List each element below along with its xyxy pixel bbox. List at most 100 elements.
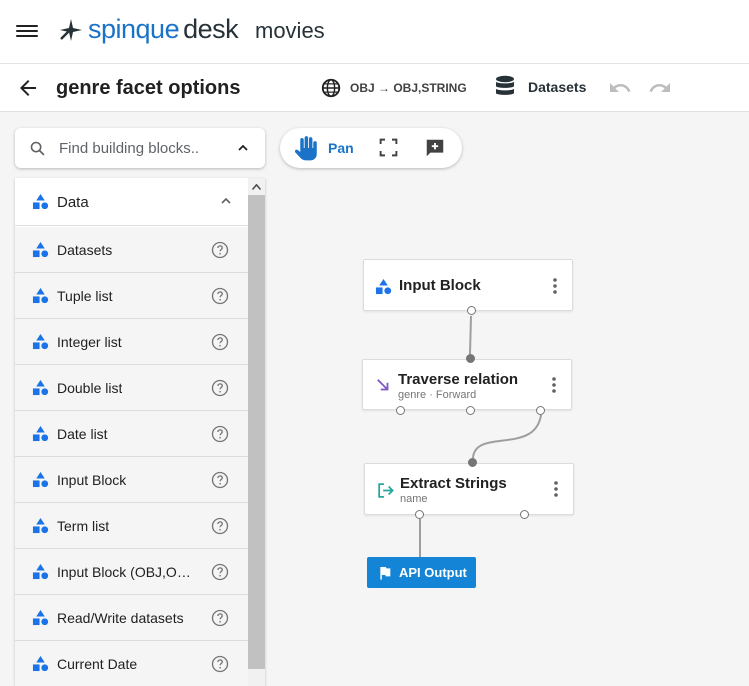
shapes-icon	[32, 287, 49, 304]
datasets-button[interactable]: Datasets	[494, 75, 586, 99]
node-input-block[interactable]: Input Block	[363, 259, 573, 311]
shapes-icon	[375, 278, 392, 295]
search-input[interactable]	[59, 138, 219, 158]
globe-icon	[321, 78, 341, 98]
output-port[interactable]	[396, 406, 405, 415]
block-item-label: Integer list	[57, 334, 122, 350]
block-list: Datasets Tuple list Integer list Double …	[15, 227, 248, 686]
search-icon	[30, 141, 45, 156]
strategy-toolbar: genre facet options OBJ → OBJ,STRING Dat…	[0, 64, 749, 112]
shapes-icon	[32, 241, 49, 258]
menu-button[interactable]	[16, 22, 38, 42]
help-circle-icon[interactable]	[211, 379, 229, 397]
caret-up-icon	[252, 183, 261, 190]
output-port[interactable]	[415, 510, 424, 519]
more-vert-icon[interactable]	[551, 376, 557, 394]
api-output-label: API Output	[399, 565, 467, 580]
redo-icon[interactable]	[648, 78, 672, 98]
block-item-input-block-obj-obj[interactable]: Input Block (OBJ,OBJ)	[15, 549, 248, 595]
output-port[interactable]	[467, 306, 476, 315]
input-port[interactable]	[468, 458, 477, 467]
spinque-logo-icon	[60, 18, 82, 41]
workspace-name: movies	[255, 18, 325, 43]
node-extract-strings[interactable]: Extract Strings name	[364, 463, 574, 515]
shapes-icon	[32, 563, 49, 580]
output-port[interactable]	[520, 510, 529, 519]
block-item-label: Term list	[57, 518, 110, 534]
node-traverse-relation[interactable]: Traverse relation genre · Forward	[362, 359, 572, 410]
block-item-label: Tuple list	[57, 288, 113, 304]
shapes-icon	[32, 425, 49, 442]
canvas-toolbar: Pan	[280, 128, 462, 168]
block-item-input-block[interactable]: Input Block	[15, 457, 248, 503]
block-item-label: Input Block	[57, 472, 127, 488]
app-bar: spinque desk movies	[0, 0, 749, 64]
help-circle-icon[interactable]	[211, 563, 229, 581]
logo-brand-suffix: desk	[183, 14, 239, 44]
undo-icon[interactable]	[608, 78, 632, 98]
flag-icon	[380, 566, 391, 580]
block-item-tuple-list[interactable]: Tuple list	[15, 273, 248, 319]
category-label: Data	[57, 194, 89, 211]
scrollbar-thumb[interactable]	[248, 195, 265, 669]
block-item-date-list[interactable]: Date list	[15, 411, 248, 457]
type-signature[interactable]: OBJ → OBJ,STRING	[320, 77, 467, 99]
output-port[interactable]	[536, 406, 545, 415]
back-arrow-icon[interactable]	[16, 76, 40, 100]
more-vert-icon[interactable]	[553, 480, 559, 498]
datasets-label: Datasets	[528, 79, 587, 95]
block-item-label: Datasets	[57, 242, 113, 258]
node-title: Traverse relation	[398, 371, 519, 388]
panel-scrollbar[interactable]	[248, 178, 265, 686]
add-comment-icon[interactable]	[424, 137, 446, 159]
help-circle-icon[interactable]	[211, 517, 229, 535]
help-circle-icon[interactable]	[211, 655, 229, 673]
output-port[interactable]	[466, 406, 475, 415]
block-item-label: Current Date	[57, 656, 138, 672]
database-icon	[496, 75, 514, 95]
shapes-icon	[32, 333, 49, 350]
shapes-icon	[32, 471, 49, 488]
app-logo[interactable]: spinque desk	[58, 14, 239, 45]
block-item-integer-list[interactable]: Integer list	[15, 319, 248, 365]
menu-icon-line	[16, 25, 38, 27]
category-header-data[interactable]: Data	[15, 178, 248, 226]
input-port[interactable]	[466, 354, 475, 363]
block-item-label: Double list	[57, 380, 123, 396]
help-circle-icon[interactable]	[211, 333, 229, 351]
block-item-datasets[interactable]: Datasets	[15, 227, 248, 273]
block-item-term-list[interactable]: Term list	[15, 503, 248, 549]
shapes-icon	[32, 379, 49, 396]
chevron-up-icon[interactable]	[235, 140, 251, 156]
node-subtitle: genre · Forward	[398, 389, 477, 401]
page-title: genre facet options	[56, 77, 241, 99]
arrow-down-right-icon	[377, 379, 389, 391]
block-item-label: Input Block (OBJ,OBJ)	[57, 564, 197, 580]
block-item-double-list[interactable]: Double list	[15, 365, 248, 411]
chevron-up-icon	[221, 197, 231, 204]
help-circle-icon[interactable]	[211, 425, 229, 443]
help-circle-icon[interactable]	[211, 287, 229, 305]
fullscreen-icon[interactable]	[378, 137, 399, 158]
help-circle-icon[interactable]	[211, 241, 229, 259]
shapes-icon	[32, 655, 49, 672]
menu-icon-line	[16, 35, 38, 37]
node-title: Extract Strings	[400, 475, 507, 492]
logo-brand-prefix: spinque	[88, 14, 180, 44]
help-circle-icon[interactable]	[211, 609, 229, 627]
node-title: Input Block	[399, 277, 481, 294]
help-circle-icon[interactable]	[211, 471, 229, 489]
block-item-read-write-datasets[interactable]: Read/Write datasets	[15, 595, 248, 641]
pan-button[interactable]: Pan	[294, 135, 354, 161]
more-vert-icon[interactable]	[552, 277, 558, 295]
scroll-up-arrow[interactable]	[248, 178, 265, 195]
logo-text: spinque desk	[88, 14, 239, 45]
shapes-icon	[32, 193, 49, 210]
block-item-label: Read/Write datasets	[57, 610, 184, 626]
block-item-current-date[interactable]: Current Date	[15, 641, 248, 686]
menu-icon-line	[16, 30, 38, 32]
api-output-node[interactable]: API Output	[367, 557, 476, 588]
pan-label: Pan	[328, 140, 354, 156]
exit-icon	[378, 483, 394, 498]
block-item-label: Date list	[57, 426, 108, 442]
